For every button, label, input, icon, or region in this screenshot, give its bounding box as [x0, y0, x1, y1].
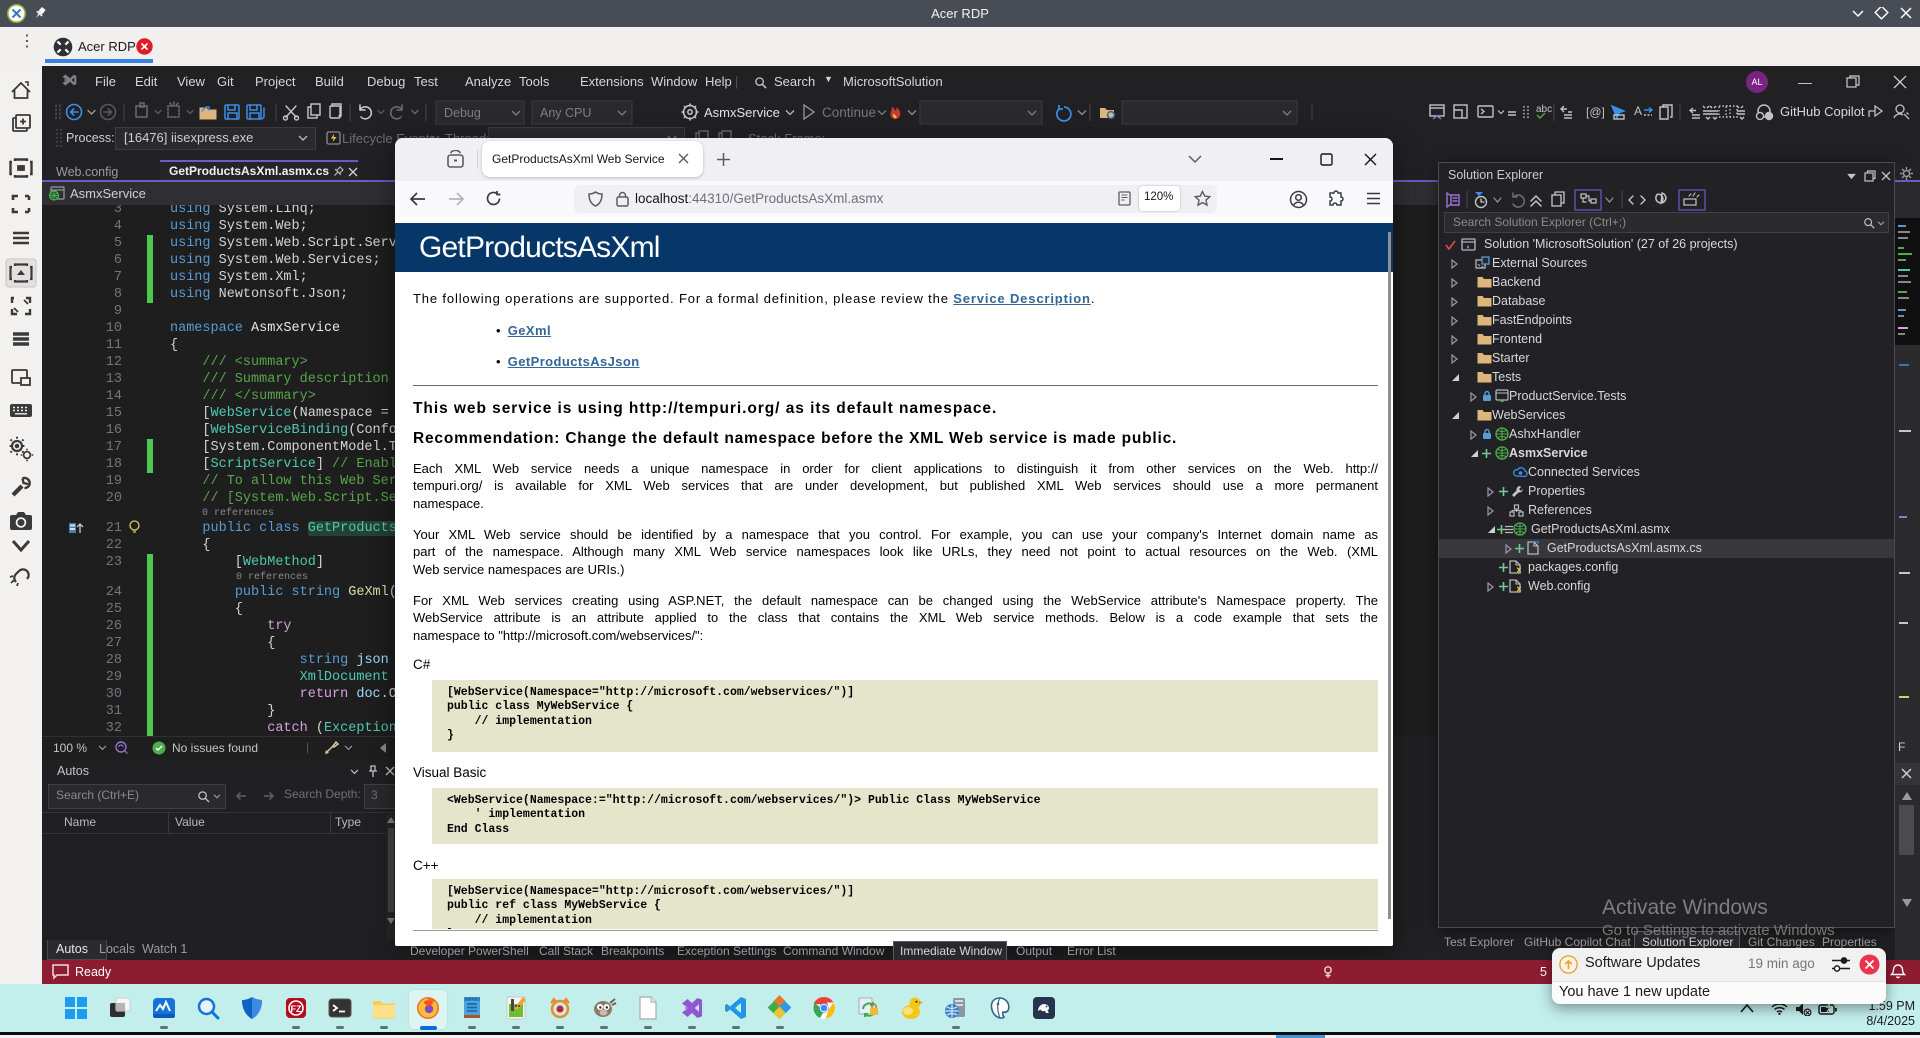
- svg-text:Continue: Continue: [822, 105, 876, 120]
- svg-text:[@]: [@]: [1586, 105, 1605, 119]
- svg-text:A: A: [1634, 104, 1642, 118]
- svg-text:FZ: FZ: [291, 1004, 302, 1014]
- svg-text:AsmxService: AsmxService: [704, 105, 780, 120]
- svg-text:Any CPU: Any CPU: [540, 106, 591, 120]
- svg-text:Debug: Debug: [444, 106, 481, 120]
- svg-text:GitHub Copilot: GitHub Copilot: [1780, 104, 1865, 119]
